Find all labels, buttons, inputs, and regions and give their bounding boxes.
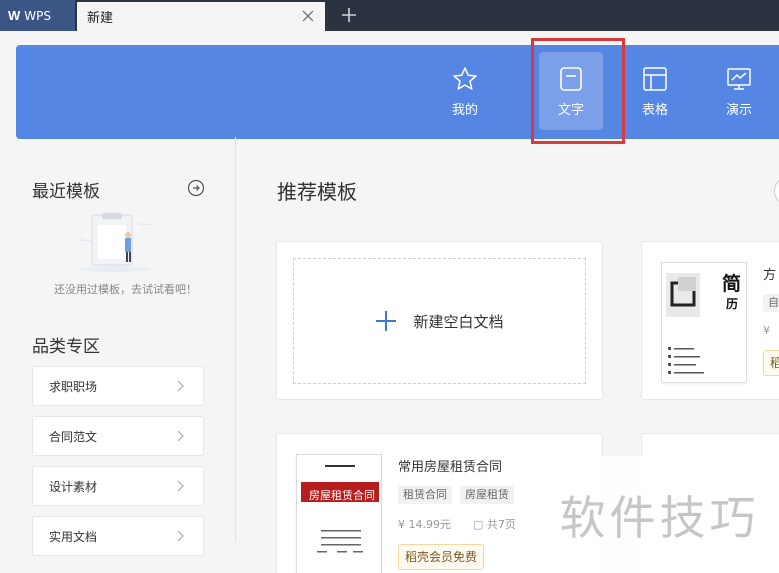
presentation-icon — [727, 68, 751, 90]
nav-label: 我的 — [451, 103, 478, 118]
blank-document-dropzone: 新建空白文档 — [293, 258, 586, 384]
chevron-right-icon — [177, 380, 184, 392]
vip-free-badge: 稻 — [763, 350, 779, 376]
price-icon: ¥ — [763, 324, 770, 337]
resume-thumb-title: 简 — [722, 273, 742, 295]
tab-bar: W WPS 新建 — [0, 0, 779, 31]
contract-thumbnail: 房屋租赁合同 — [296, 454, 382, 573]
vip-free-badge: 稻壳会员免费 — [398, 544, 485, 570]
category-item-job[interactable]: 求职职场 — [32, 366, 204, 406]
chevron-right-icon — [177, 530, 184, 542]
new-tab-plus-icon[interactable] — [340, 6, 358, 24]
template-tag: 自 — [763, 294, 779, 312]
nav-item-presentation[interactable]: 演示 — [707, 52, 771, 130]
category-label: 求职职场 — [49, 379, 98, 394]
resume-thumbnail: 简 历 — [661, 262, 747, 383]
template-price: ¥ 14.99元 — [398, 516, 451, 532]
chevron-right-icon — [177, 480, 184, 492]
star-icon — [453, 67, 477, 90]
wps-logo-icon: W — [8, 8, 21, 23]
template-title: 方 — [763, 268, 777, 283]
template-pages: ▢ 共7页 — [473, 516, 516, 532]
chevron-right-icon — [177, 430, 184, 442]
template-tag: 房屋租赁 — [460, 486, 514, 504]
template-tag: 租赁合同 — [398, 486, 452, 504]
template-card-resume[interactable]: 简 历 方 自 ¥ 稻 — [641, 241, 779, 400]
left-sidebar: 最近模板 还没用过模板，去试试看吧！ 品类专区 求职职场 合同范文 设计素材 实… — [16, 139, 235, 573]
nav-item-mine[interactable]: 我的 — [433, 52, 497, 130]
tab-new-document[interactable]: 新建 — [77, 2, 325, 31]
price-value: 14.99元 — [408, 518, 452, 531]
recent-templates-title: 最近模板 — [32, 182, 100, 202]
category-item-practical[interactable]: 实用文档 — [32, 516, 204, 556]
nav-item-spreadsheet[interactable]: 表格 — [623, 52, 687, 130]
contract-thumb-title: 房屋租赁合同 — [309, 489, 375, 502]
nav-label: 表格 — [641, 103, 668, 118]
empty-clipboard-illustration — [78, 213, 152, 272]
resume-thumb-subtitle: 历 — [726, 297, 739, 311]
plus-icon — [376, 311, 397, 331]
category-banner: 我的 文字 表格 演示 — [16, 38, 779, 144]
template-title: 常用房屋租赁合同 — [398, 460, 503, 475]
pages-value: 共7页 — [486, 518, 516, 531]
wps-home-tab[interactable]: W WPS — [0, 0, 75, 31]
arrow-right-circle-icon[interactable] — [187, 179, 205, 197]
contract-preview-graphic — [301, 465, 379, 553]
category-zone-title: 品类专区 — [32, 337, 100, 357]
sidebar-divider — [235, 137, 236, 542]
category-label: 合同范文 — [49, 429, 98, 444]
price-icon: ¥ — [398, 518, 409, 531]
recommend-templates-title: 推荐模板 — [277, 180, 357, 204]
watermark: 软件技巧 — [540, 456, 779, 573]
category-item-contract[interactable]: 合同范文 — [32, 416, 204, 456]
blank-document-label: 新建空白文档 — [413, 312, 504, 331]
nav-label: 演示 — [725, 103, 752, 118]
category-label: 实用文档 — [49, 529, 98, 544]
new-blank-document-card[interactable]: 新建空白文档 — [276, 241, 603, 400]
category-label: 设计素材 — [49, 479, 98, 494]
close-icon[interactable] — [301, 9, 315, 23]
app-name: WPS — [24, 8, 51, 23]
recent-empty-text: 还没用过模板，去试试看吧！ — [54, 283, 197, 296]
tab-label: 新建 — [87, 11, 114, 26]
highlight-annotation — [531, 38, 625, 144]
category-item-design[interactable]: 设计素材 — [32, 466, 204, 506]
pages-icon: ▢ — [473, 518, 487, 531]
spreadsheet-icon — [643, 67, 667, 91]
